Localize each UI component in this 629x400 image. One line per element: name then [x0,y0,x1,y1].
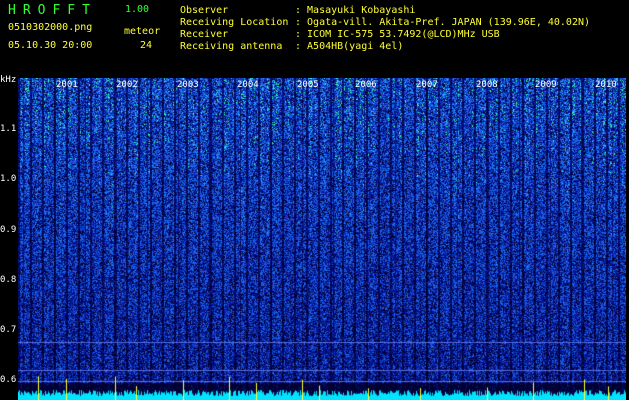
freq-unit-label: kHz [0,75,17,85]
version-label: 1.00 [125,4,150,15]
freq-tick: 0.6 [0,375,17,385]
freq-tick: 1.0 [0,174,17,184]
time-tick: 2006 [355,80,377,90]
time-tick: 2008 [476,80,498,90]
location-label: Receiving Location [180,17,289,28]
receiver-value: : ICOM IC-575 53.7492(@LCD)MHz USB [295,29,500,40]
location-value: : Ogata-vill. Akita-Pref. JAPAN (139.96E… [295,17,591,28]
time-tick: 2004 [237,80,259,90]
time-tick: 2005 [297,80,319,90]
filename-label: 0510302000.png [8,22,93,33]
freq-tick: 0.7 [0,325,17,335]
datetime-label: 05.10.30 20:00 [8,40,93,51]
time-tick: 2009 [535,80,557,90]
time-tick: 2010 [595,80,617,90]
time-tick: 2002 [116,80,138,90]
header-panel: HROFFT 1.00 0510302000.png meteor 05.10.… [0,0,629,80]
time-tick: 2007 [416,80,438,90]
observer-label: Observer [180,5,229,16]
freq-tick: 0.8 [0,275,17,285]
app-title: HROFFT [8,3,97,18]
time-tick: 2003 [177,80,199,90]
meteor-count: 24 [140,40,153,51]
meteor-label: meteor [124,26,161,37]
time-tick: 2001 [56,80,78,90]
freq-tick: 0.9 [0,225,17,235]
antenna-label: Receiving antenna [180,41,283,52]
spectrogram-canvas [18,78,626,400]
observer-value: : Masayuki Kobayashi [295,5,416,16]
freq-tick: 1.1 [0,124,17,134]
receiver-label: Receiver [180,29,229,40]
antenna-value: : A504HB(yagi 4el) [295,41,404,52]
